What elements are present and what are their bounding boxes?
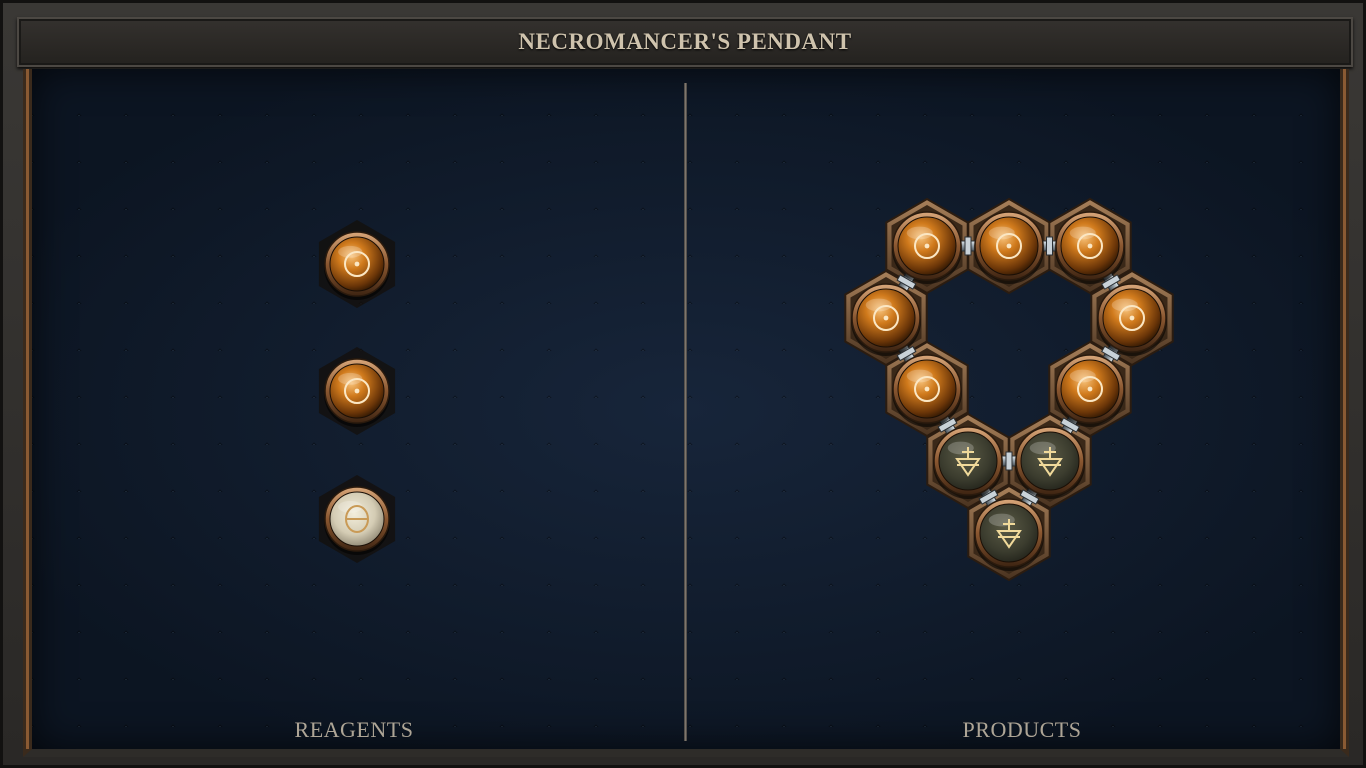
product-salt-atom[interactable]: [851, 283, 921, 356]
product-salt-atom[interactable]: [1097, 283, 1167, 356]
product-salt-atom[interactable]: [1055, 354, 1125, 427]
hex-plates: [318, 197, 1174, 582]
product-salt-atom[interactable]: [1055, 211, 1125, 284]
product-salt-atom[interactable]: [892, 211, 962, 284]
product-salt-atom[interactable]: [974, 211, 1044, 284]
product-earth-atom[interactable]: [1015, 426, 1085, 499]
reagent-mors-atom[interactable]: [324, 486, 390, 555]
reagent-salt-atom[interactable]: [324, 231, 390, 300]
reagent-salt-atom[interactable]: [324, 358, 390, 427]
product-earth-atom[interactable]: [933, 426, 1003, 499]
atom-scene: [318, 197, 1174, 582]
product-salt-atom[interactable]: [892, 354, 962, 427]
product-earth-atom[interactable]: [974, 498, 1044, 571]
